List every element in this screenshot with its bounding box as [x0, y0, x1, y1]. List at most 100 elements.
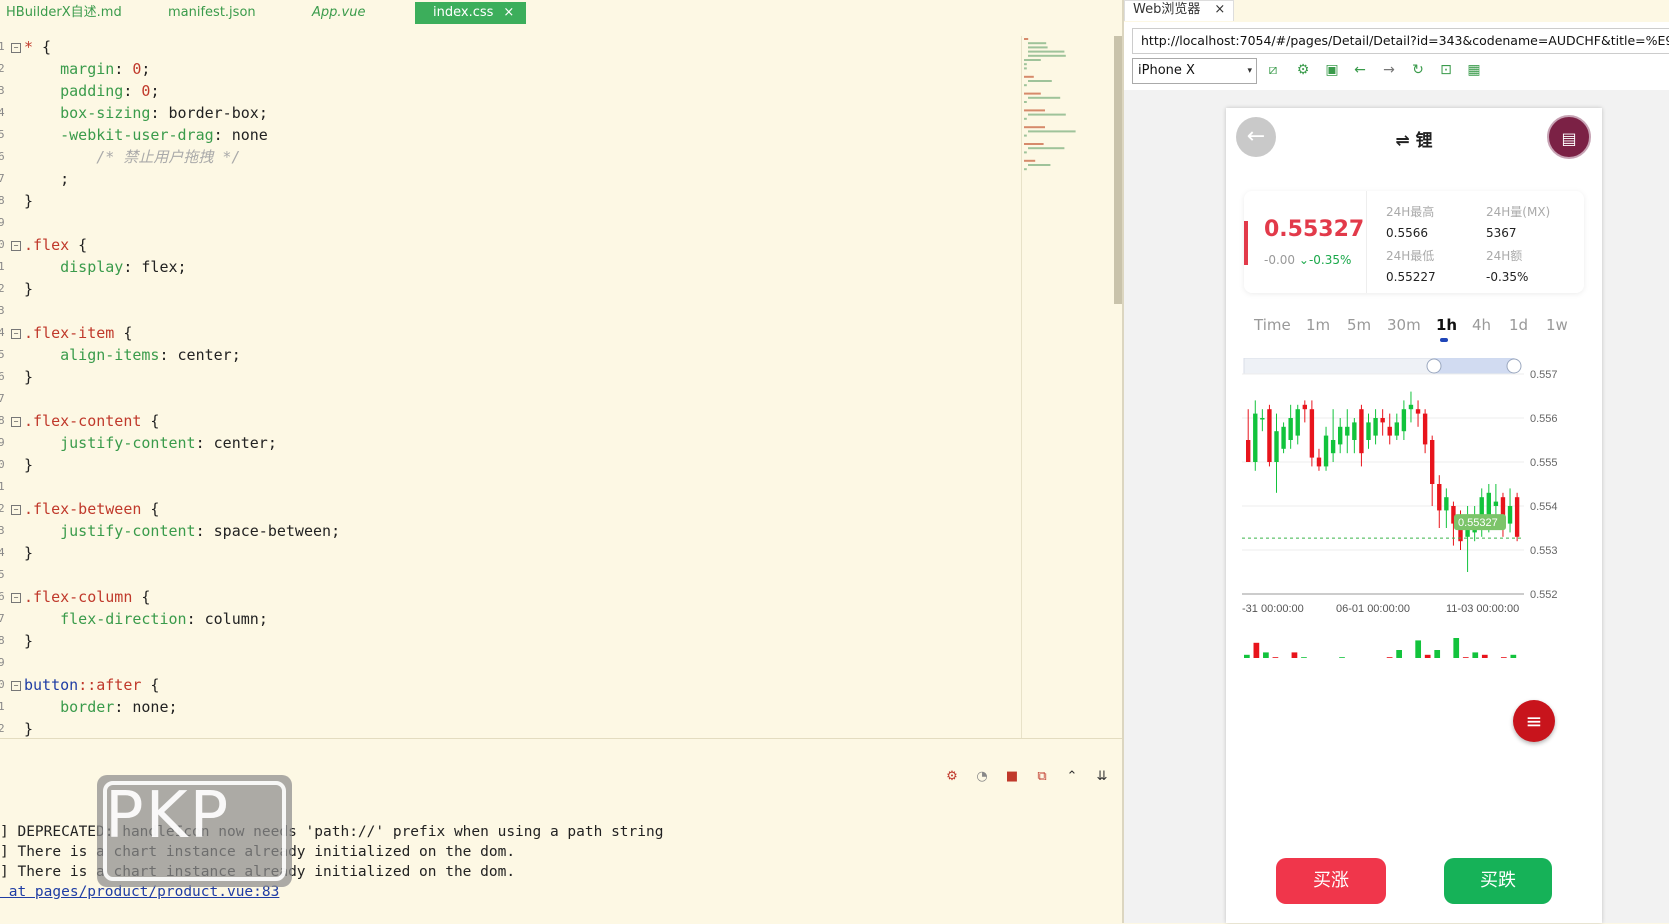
open-window-icon[interactable]: ⧄	[1264, 61, 1282, 79]
minimap[interactable]	[1021, 36, 1115, 738]
document-icon: ▤	[1561, 129, 1577, 148]
gear-icon[interactable]: ⚙	[1294, 61, 1312, 79]
interval-tab-1m[interactable]: 1m	[1306, 316, 1330, 334]
code-editor[interactable]: HBuilderX自述.md manifest.json App.vue ind…	[0, 0, 1124, 738]
open-external-icon[interactable]: ⧉	[1034, 769, 1050, 785]
fold-icon[interactable]: −	[11, 329, 21, 339]
fold-icon[interactable]: −	[11, 417, 21, 427]
tab-readme[interactable]: HBuilderX自述.md	[0, 2, 128, 24]
orders-button[interactable]: ▤	[1547, 115, 1591, 159]
interval-tab-1w[interactable]: 1w	[1546, 316, 1568, 334]
fold-icon[interactable]: −	[11, 681, 21, 691]
interval-tab-1d[interactable]: 1d	[1509, 316, 1528, 334]
interval-tab-1h[interactable]: 1h	[1436, 316, 1457, 334]
minimap-preview	[1024, 38, 1076, 171]
line-number: 8	[0, 634, 5, 647]
fold-icon[interactable]: −	[11, 505, 21, 515]
line-number: 7	[0, 612, 5, 625]
minimap-line	[1024, 38, 1029, 40]
line-number: 2	[0, 502, 5, 515]
kline-chart[interactable]: 0.557 0.556 0.555 0.554 0.553 0.552 -31 00:00:…	[1236, 358, 1586, 658]
lock-icon[interactable]: ⊡	[1437, 61, 1455, 79]
stat-label: 24H最高	[1386, 205, 1435, 219]
volume-bar	[1386, 657, 1393, 658]
candle-body	[1253, 413, 1258, 462]
fold-icon[interactable]: −	[11, 593, 21, 603]
minimap-line	[1028, 96, 1061, 99]
fold-icon[interactable]: −	[11, 43, 21, 53]
fold-icon[interactable]: −	[11, 241, 21, 251]
stop-icon[interactable]: ■	[1004, 769, 1020, 785]
minimap-line	[1028, 54, 1066, 57]
code-text: ;	[24, 170, 70, 188]
console-icon[interactable]: ▣	[1323, 61, 1341, 79]
refresh-icon[interactable]: ↻	[1409, 61, 1427, 79]
minimap-line	[1024, 84, 1027, 87]
minimap-line	[1024, 63, 1027, 66]
code-text: }	[24, 456, 34, 474]
tab-web-browser[interactable]: Web浏览器 ×	[1124, 0, 1235, 21]
code-text: .flex-item {	[24, 324, 133, 342]
tab-app-vue[interactable]: App.vue	[306, 2, 371, 24]
chevron-up-icon[interactable]: ⌃	[1064, 769, 1080, 785]
tab-index-css[interactable]: index.css ×	[415, 2, 526, 24]
menu-button[interactable]: ≡	[1513, 700, 1555, 742]
candle-body	[1422, 413, 1428, 445]
y-tick-label: 0.555	[1530, 457, 1558, 469]
pkp-watermark: PKP	[97, 775, 292, 887]
volume-bar	[1253, 642, 1260, 658]
stat-value: 0.55227	[1386, 270, 1436, 284]
candle-body	[1380, 418, 1385, 423]
close-icon[interactable]: ×	[1214, 2, 1225, 17]
candle-body	[1408, 404, 1414, 410]
candle-body	[1430, 440, 1435, 484]
close-icon[interactable]: ×	[503, 5, 514, 20]
interval-tab-5m[interactable]: 5m	[1347, 316, 1371, 334]
volume-bar	[1244, 654, 1250, 658]
interval-tabs: Time 1m 5m 30m 1h 4h 1d 1w	[1254, 316, 1584, 340]
volume-bar	[1500, 657, 1507, 658]
buy-down-button[interactable]: 买跌	[1444, 858, 1552, 904]
line-number: 7	[0, 172, 5, 185]
url-input[interactable]: http://localhost:7054/#/pages/Detail/Det…	[1132, 28, 1669, 54]
qr-code-icon[interactable]: ▦	[1465, 61, 1483, 79]
candle-body	[1281, 426, 1286, 449]
line-number: 3	[0, 304, 5, 317]
chevron-down-icon: ⌄	[1298, 253, 1309, 267]
candle-body	[1274, 431, 1279, 462]
code-text: border: none;	[60, 698, 178, 716]
minimap-line	[1024, 75, 1034, 78]
current-price: 0.55327	[1264, 217, 1365, 242]
line-number: 6	[0, 150, 5, 163]
device-select[interactable]: iPhone X ▾	[1132, 58, 1257, 84]
candle-body	[1267, 409, 1272, 462]
volume-bar	[1453, 638, 1460, 658]
code-text: }	[24, 368, 34, 386]
buy-up-button[interactable]: 买涨	[1276, 858, 1386, 904]
bug-icon[interactable]: ⚙	[944, 769, 960, 785]
line-number: 1	[0, 480, 5, 493]
web-browser-panel: Web浏览器 × http://localhost:7054/#/pages/De…	[1122, 0, 1669, 923]
interval-tab-time[interactable]: Time	[1254, 316, 1291, 334]
code-text: display: flex;	[60, 258, 187, 276]
forward-arrow-icon[interactable]: →	[1380, 61, 1398, 79]
line-number: 9	[0, 436, 5, 449]
stat-label: 24H最低	[1386, 249, 1435, 263]
interval-tab-4h[interactable]: 4h	[1472, 316, 1491, 334]
clear-console-icon[interactable]: ⇊	[1094, 769, 1110, 785]
tab-manifest[interactable]: manifest.json	[162, 2, 262, 24]
menu-icon: ≡	[1525, 709, 1543, 733]
code-area[interactable]: 1− * {2 margin: 0; 3 padding: 0; 4 box-sizi…	[0, 36, 1020, 738]
run-icon[interactable]: ◔	[974, 769, 990, 785]
code-text: box-sizing: border-box;	[60, 104, 268, 122]
card-divider	[1366, 191, 1367, 293]
interval-tab-30m[interactable]: 30m	[1387, 316, 1421, 334]
volume-bar	[1263, 652, 1269, 658]
vertical-scrollbar[interactable]	[1114, 36, 1122, 304]
back-arrow-icon[interactable]: ←	[1351, 61, 1369, 79]
minimap-line	[1028, 164, 1051, 166]
line-number: 1	[0, 260, 5, 273]
code-text: /* 禁止用户拖拽 */	[96, 148, 241, 166]
tab-label: index.css	[433, 5, 494, 20]
x-tick-label: 11-03 00:00:00	[1446, 603, 1519, 615]
